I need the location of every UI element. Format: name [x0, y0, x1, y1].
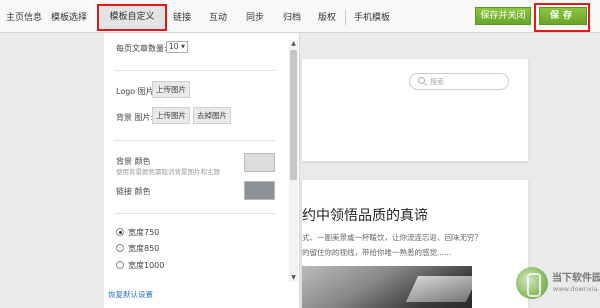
nav-item-mobile-template[interactable]: 手机模板	[354, 11, 390, 25]
logo-upload-button[interactable]: 上传图片	[152, 81, 190, 98]
bg-color-hint: 使用背景颜色需取消背景图片和主题	[116, 168, 220, 176]
width-1000-label: 宽度1000	[128, 261, 165, 270]
nav-item-sync[interactable]: 同步	[246, 11, 264, 25]
nav-item-links[interactable]: 链接	[173, 11, 191, 25]
scroll-down-arrow-icon[interactable]: ▼	[289, 274, 298, 282]
nav-item-interaction[interactable]: 互动	[209, 11, 227, 25]
preview-search-input[interactable]: 搜索	[409, 73, 509, 90]
preview-article-image	[302, 266, 472, 308]
per-page-value: 10	[169, 42, 179, 51]
search-icon	[418, 77, 425, 84]
per-page-label: 每页文章数量:	[116, 44, 167, 53]
search-placeholder: 搜索	[430, 78, 444, 86]
chevron-down-icon: ▼	[181, 44, 185, 50]
scroll-up-arrow-icon[interactable]: ▲	[289, 40, 298, 48]
panel-scrollbar[interactable]: ▲ ▼	[289, 40, 298, 282]
divider	[114, 70, 276, 71]
preview-headline: 约中领悟品质的真谛	[302, 208, 428, 224]
watermark-url: www.downxia.com	[553, 285, 600, 293]
bg-color-swatch[interactable]	[244, 153, 275, 172]
link-color-swatch[interactable]	[244, 181, 275, 200]
width-750-label: 宽度750	[128, 228, 160, 237]
nav-item-home-info[interactable]: 主页信息	[6, 11, 42, 25]
watermark-title: 当下软件园	[552, 273, 600, 284]
scroll-thumb[interactable]	[290, 50, 297, 180]
divider	[114, 140, 276, 141]
nav-item-archive[interactable]: 归档	[283, 11, 301, 25]
bg-remove-button[interactable]: 去掉图片	[193, 107, 231, 124]
nav-item-template-customize[interactable]: 模板自定义	[97, 4, 167, 31]
preview-excerpt-line-1: 式、一副美景或一杯暖饮，让你流连忘返、回味无穷？	[302, 233, 482, 242]
downxia-logo-icon	[516, 267, 548, 299]
bg-upload-button[interactable]: 上传图片	[152, 107, 190, 124]
link-color-label: 链接 颜色	[116, 187, 151, 196]
save-and-close-button[interactable]: 保存并关闭	[475, 7, 531, 25]
nav-item-template-select[interactable]: 模板选择	[51, 11, 87, 25]
width-1000-radio[interactable]	[116, 261, 124, 269]
divider	[114, 213, 276, 214]
site-watermark: 当下软件园 www.downxia.com	[516, 263, 600, 308]
nav-separator	[345, 10, 346, 25]
bg-image-label: 背景 图片:	[116, 113, 154, 122]
width-750-radio[interactable]	[116, 228, 124, 236]
preview-excerpt-line-2: 的留住你的视线，带给你唯一熟悉的感觉......	[302, 248, 452, 257]
width-850-label: 宽度850	[128, 244, 160, 253]
nav-item-copyright[interactable]: 版权	[318, 11, 336, 25]
logo-image-label: Logo 图片:	[116, 87, 157, 96]
restore-defaults-link[interactable]: 恢复默认设置	[108, 289, 153, 300]
save-button[interactable]: 保存	[539, 7, 587, 25]
per-page-select[interactable]: 10 ▼	[166, 41, 188, 53]
width-850-radio[interactable]	[116, 244, 124, 252]
